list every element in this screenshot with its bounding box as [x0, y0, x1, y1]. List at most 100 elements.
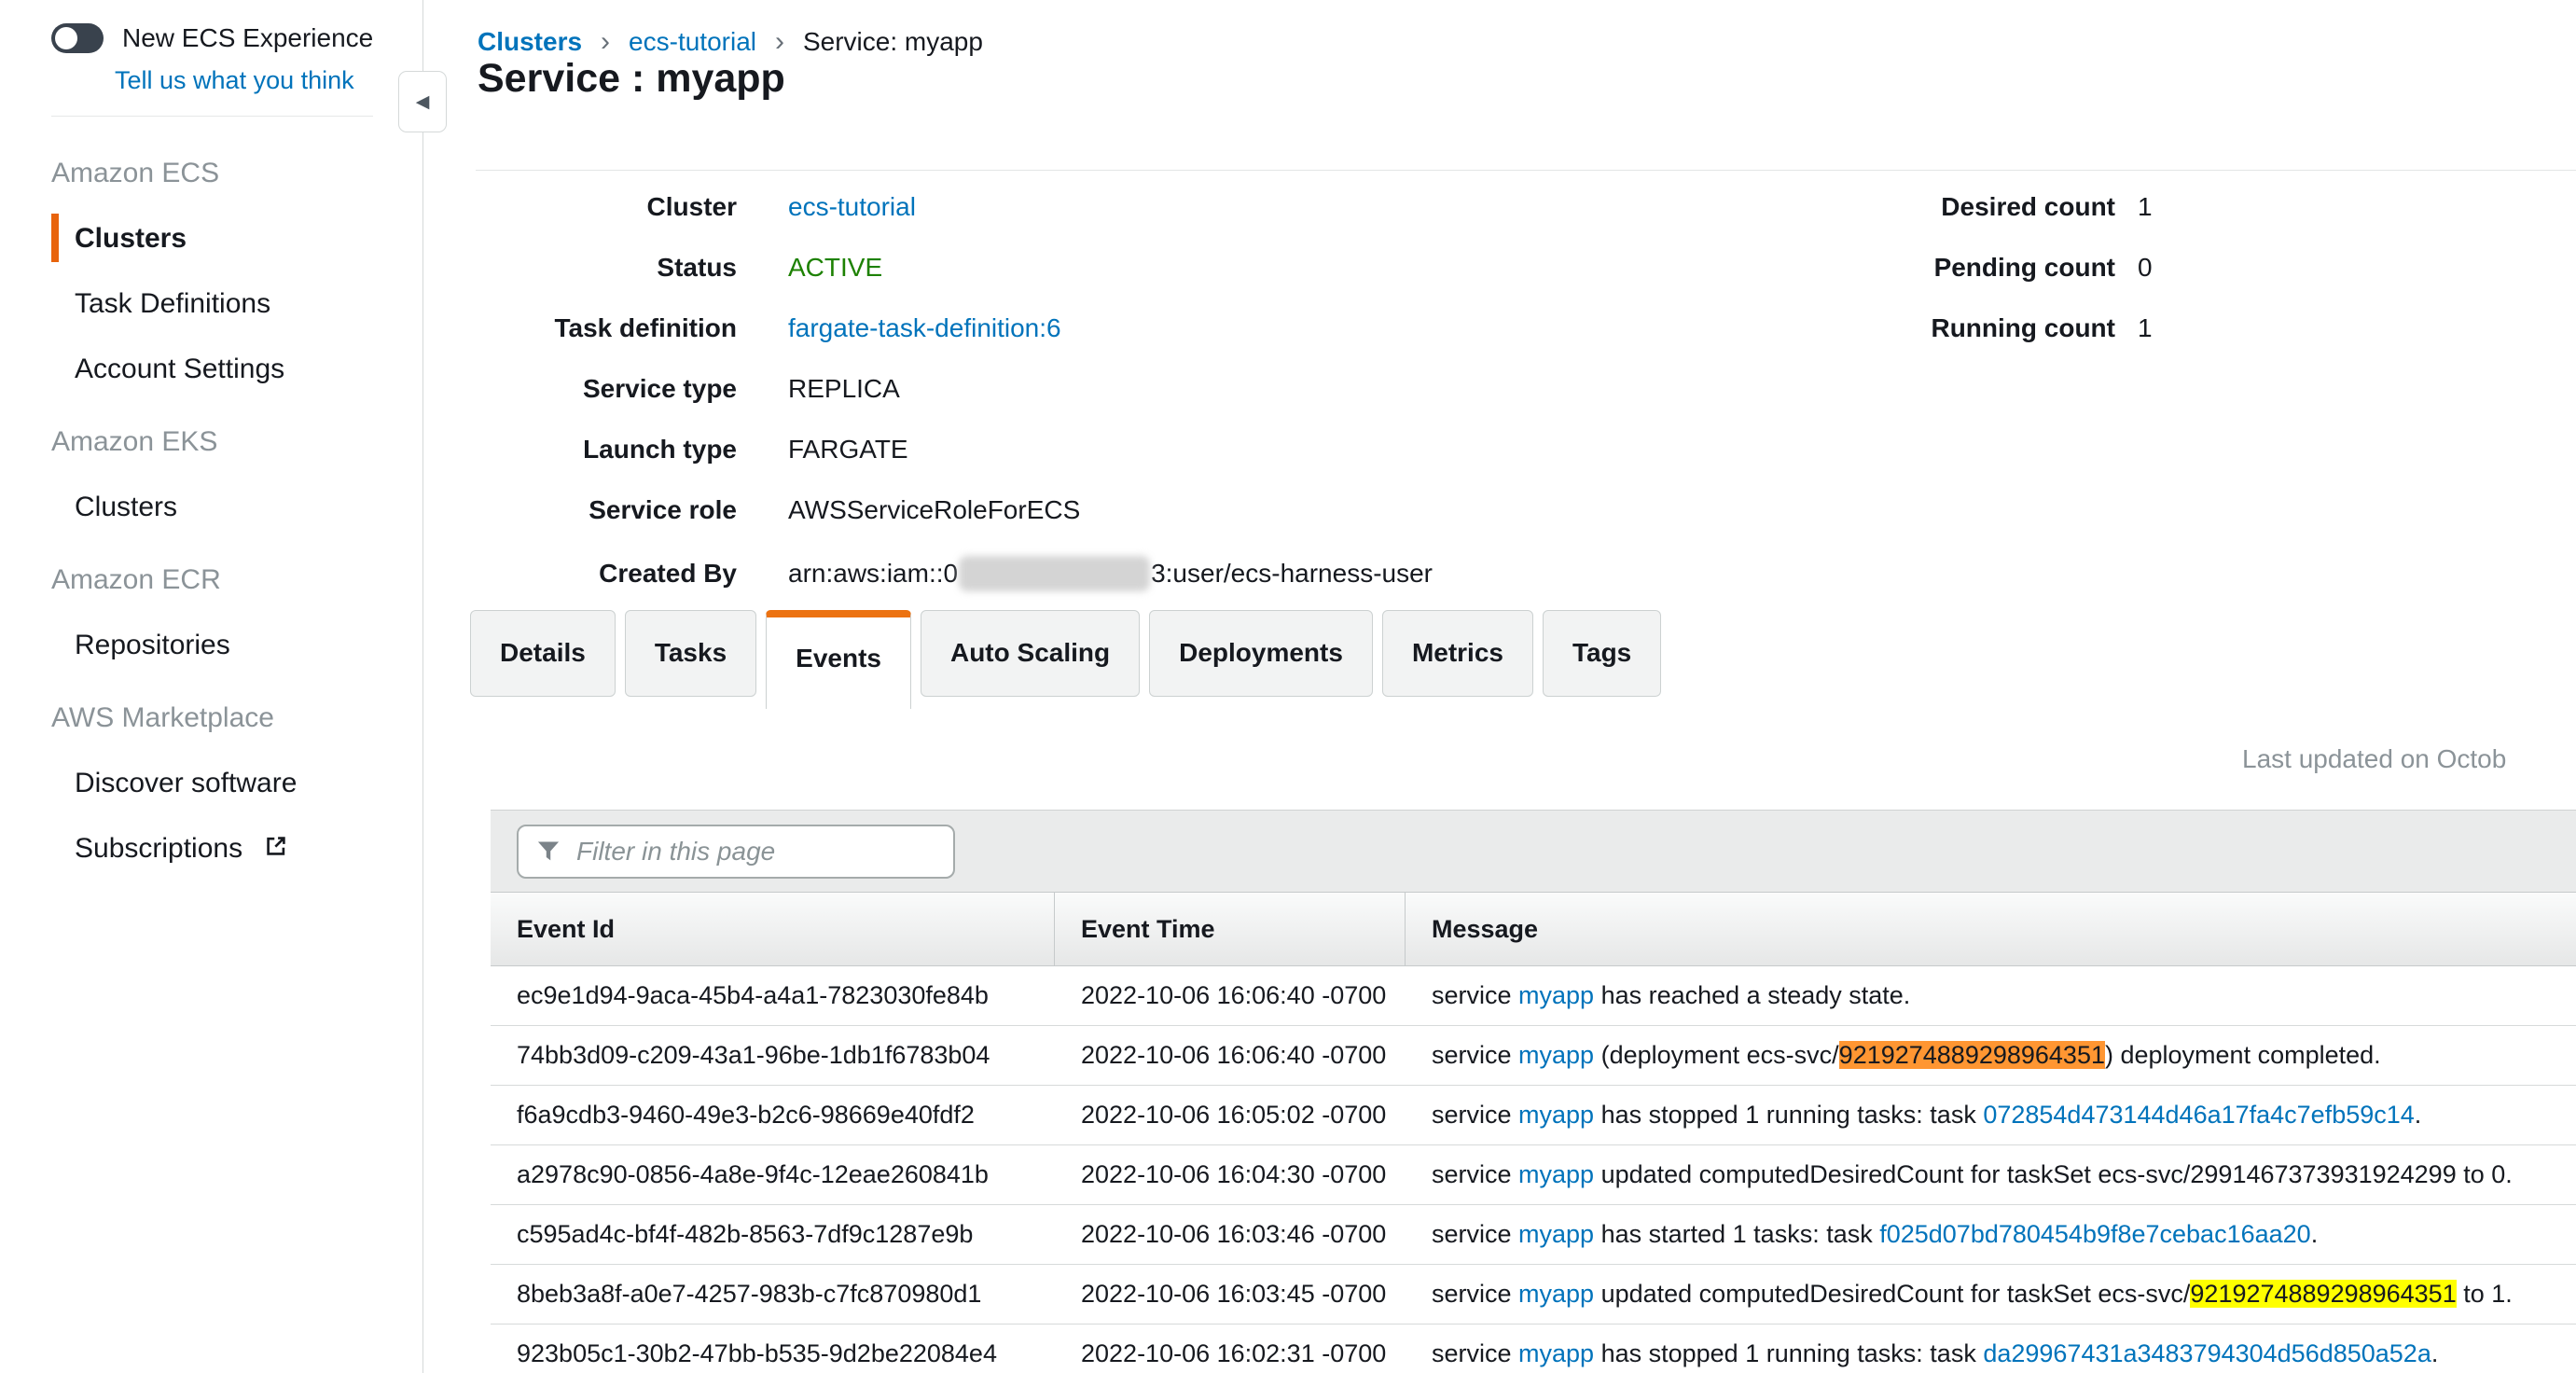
detail-field-value: arn:aws:iam::0 3:user/ecs-harness-user	[788, 556, 1433, 591]
message-link[interactable]: myapp	[1518, 1041, 1594, 1069]
column-header-event-time: Event Time	[1055, 893, 1406, 965]
sidebar-section-header-amazon-ecr: Amazon ECR	[51, 564, 422, 596]
collapse-sidebar-button[interactable]: ◀	[398, 71, 447, 132]
tab-details[interactable]: Details	[470, 610, 616, 697]
message-link[interactable]: 072854d473144d46a17fa4c7efb59c14	[1983, 1101, 2414, 1129]
table-row: c595ad4c-bf4f-482b-8563-7df9c1287e9b2022…	[491, 1205, 2576, 1265]
message-link[interactable]: myapp	[1518, 1101, 1594, 1129]
created-by-prefix: arn:aws:iam::0	[788, 559, 958, 588]
event-message-cell: service myapp has reached a steady state…	[1406, 981, 2576, 1010]
detail-field-service-role: Service roleAWSServiceRoleForECS	[423, 495, 1433, 529]
tab-auto-scaling[interactable]: Auto Scaling	[921, 610, 1140, 697]
breadcrumb-item-clusters[interactable]: Clusters	[478, 27, 582, 56]
event-message-cell: service myapp (deployment ecs-svc/921927…	[1406, 1041, 2576, 1070]
message-link[interactable]: myapp	[1518, 1280, 1594, 1308]
message-text: service	[1432, 1220, 1518, 1248]
message-text: has stopped 1 running tasks: task	[1594, 1101, 1983, 1129]
message-text: has started 1 tasks: task	[1594, 1220, 1879, 1248]
count-value: 0	[2138, 253, 2153, 283]
event-id-cell: a2978c90-0856-4a8e-9f4c-12eae260841b	[491, 1160, 1055, 1189]
message-link[interactable]: myapp	[1518, 1220, 1594, 1248]
sidebar-item-discover-software[interactable]: Discover software	[51, 768, 422, 799]
breadcrumb-item-service-myapp: Service: myapp	[803, 27, 983, 56]
message-link[interactable]: da29967431a3483794304d56d850a52a	[1983, 1339, 2431, 1367]
sidebar-item-subscriptions[interactable]: Subscriptions	[51, 833, 422, 865]
detail-value-link[interactable]: fargate-task-definition:6	[788, 313, 1061, 342]
new-experience-toggle[interactable]	[51, 23, 104, 53]
message-link[interactable]: myapp	[1518, 1160, 1594, 1188]
created-by-suffix: 3:user/ecs-harness-user	[1151, 559, 1433, 588]
toggle-knob-icon	[55, 27, 77, 49]
detail-field-service-type: Service typeREPLICA	[423, 374, 1433, 408]
last-updated-text: Last updated on Octob	[2242, 744, 2506, 774]
message-text: has stopped 1 running tasks: task	[1594, 1339, 1983, 1367]
detail-field-task-definition: Task definition fargate-task-definition:6	[423, 313, 1433, 347]
service-details-counts: Desired count1Pending count0Running coun…	[1822, 192, 2153, 374]
event-time-cell: 2022-10-06 16:04:30 -0700	[1055, 1160, 1406, 1189]
events-table-header: Event IdEvent TimeMessage	[491, 892, 2576, 966]
count-field-pending-count: Pending count 0	[1822, 253, 2153, 286]
message-text: updated computedDesiredCount for taskSet…	[1594, 1160, 2513, 1188]
external-link-icon	[263, 833, 289, 859]
detail-value-link[interactable]: ecs-tutorial	[788, 192, 916, 221]
filter-input[interactable]	[517, 825, 955, 879]
message-link[interactable]: myapp	[1518, 1339, 1594, 1367]
detail-field-label: Task definition	[423, 313, 737, 343]
event-time-cell: 2022-10-06 16:03:46 -0700	[1055, 1220, 1406, 1249]
message-text: service	[1432, 1160, 1518, 1188]
event-message-cell: service myapp updated computedDesiredCou…	[1406, 1160, 2576, 1189]
event-time-cell: 2022-10-06 16:06:40 -0700	[1055, 981, 1406, 1010]
event-id-cell: 923b05c1-30b2-47bb-b535-9d2be22084e4	[491, 1339, 1055, 1368]
event-id-cell: ec9e1d94-9aca-45b4-a4a1-7823030fe84b	[491, 981, 1055, 1010]
tab-bar: DetailsTasksEventsAuto ScalingDeployment…	[470, 610, 1661, 709]
message-text: has reached a steady state.	[1594, 981, 1910, 1009]
sidebar-item-task-definitions[interactable]: Task Definitions	[51, 288, 422, 320]
detail-field-value: AWSServiceRoleForECS	[788, 495, 1080, 525]
events-table-body: ec9e1d94-9aca-45b4-a4a1-7823030fe84b2022…	[491, 966, 2576, 1373]
detail-field-value: fargate-task-definition:6	[788, 313, 1061, 343]
event-time-cell: 2022-10-06 16:05:02 -0700	[1055, 1101, 1406, 1130]
message-text: service	[1432, 1280, 1518, 1308]
breadcrumb-separator-icon: ›	[775, 26, 784, 57]
breadcrumb: Clusters›ecs-tutorial›Service: myapp	[478, 26, 983, 58]
detail-field-label: Cluster	[423, 192, 737, 222]
title-divider	[476, 170, 2576, 171]
sidebar-item-account-settings[interactable]: Account Settings	[51, 354, 422, 385]
count-field-desired-count: Desired count1	[1822, 192, 2153, 226]
event-time-cell: 2022-10-06 16:06:40 -0700	[1055, 1041, 1406, 1070]
sidebar-item-clusters[interactable]: Clusters	[51, 492, 422, 523]
feedback-link[interactable]: Tell us what you think	[115, 66, 422, 95]
event-message-cell: service myapp has stopped 1 running task…	[1406, 1339, 2576, 1368]
tab-deployments[interactable]: Deployments	[1149, 610, 1373, 697]
detail-field-created-by: Created By arn:aws:iam::0 3:user/ecs-harne…	[423, 556, 1433, 589]
sidebar-item-repositories[interactable]: Repositories	[51, 630, 422, 661]
table-row: 923b05c1-30b2-47bb-b535-9d2be22084e42022…	[491, 1324, 2576, 1373]
detail-field-label: Created By	[423, 559, 737, 589]
tab-tasks[interactable]: Tasks	[625, 610, 756, 697]
main-content: Clusters›ecs-tutorial›Service: myapp Ser…	[423, 0, 2576, 1373]
event-time-cell: 2022-10-06 16:02:31 -0700	[1055, 1339, 1406, 1368]
event-message-cell: service myapp has stopped 1 running task…	[1406, 1101, 2576, 1130]
count-label: Pending count	[1822, 253, 2115, 283]
message-link[interactable]: myapp	[1518, 981, 1594, 1009]
tab-events[interactable]: Events	[766, 610, 911, 709]
find-highlight-orange: 9219274889298964351	[1839, 1041, 2105, 1069]
count-value: 1	[2138, 313, 2153, 343]
message-text: to 1.	[2457, 1280, 2513, 1308]
sidebar-section-header-amazon-ecs: Amazon ECS	[51, 158, 422, 189]
collapse-sidebar-icon: ◀	[416, 91, 430, 113]
events-filter-band	[491, 810, 2576, 892]
event-time-cell: 2022-10-06 16:03:45 -0700	[1055, 1280, 1406, 1309]
table-row: ec9e1d94-9aca-45b4-a4a1-7823030fe84b2022…	[491, 966, 2576, 1026]
message-text: ) deployment completed.	[2105, 1041, 2381, 1069]
sidebar-item-clusters[interactable]: Clusters	[51, 223, 422, 255]
find-highlight-yellow: 9219274889298964351	[2190, 1280, 2456, 1308]
column-header-message: Message	[1406, 893, 2576, 965]
tab-metrics[interactable]: Metrics	[1382, 610, 1533, 697]
ecs-console-screen: New ECS Experience Tell us what you thin…	[0, 0, 2576, 1373]
message-link[interactable]: f025d07bd780454b9f8e7cebac16aa20	[1879, 1220, 2310, 1248]
detail-field-status: StatusACTIVE	[423, 253, 1433, 286]
tab-tags[interactable]: Tags	[1543, 610, 1661, 697]
sidebar-section-header-aws-marketplace: AWS Marketplace	[51, 702, 422, 734]
breadcrumb-item-ecs-tutorial[interactable]: ecs-tutorial	[629, 27, 756, 56]
